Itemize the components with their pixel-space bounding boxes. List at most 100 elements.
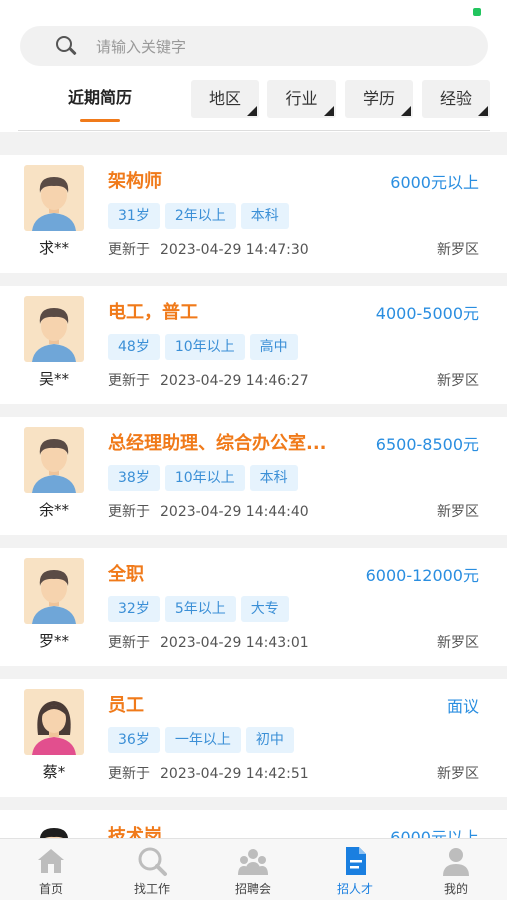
corner-triangle-icon xyxy=(247,106,257,116)
updated-label: 更新于 xyxy=(108,242,150,258)
filter-region[interactable]: 地区 xyxy=(191,80,259,118)
expected-salary: 6000元以上 xyxy=(390,173,479,192)
male-avatar xyxy=(24,427,84,493)
experience-tag: 10年以上 xyxy=(164,465,245,491)
age-tag: 31岁 xyxy=(108,203,160,229)
tag-group: 38岁 10年以上 本科 xyxy=(108,465,298,491)
age-tag: 38岁 xyxy=(108,465,160,491)
male-avatar xyxy=(24,296,84,362)
nav-job-fair[interactable]: 招聘会 xyxy=(213,845,293,897)
job-title: 全职 xyxy=(108,564,144,585)
expected-salary: 6500-8500元 xyxy=(375,435,479,454)
home-icon xyxy=(35,845,67,877)
experience-tag: 10年以上 xyxy=(164,334,245,360)
candidate-name: 蔡* xyxy=(42,763,66,781)
experience-tag: 5年以上 xyxy=(164,596,236,622)
nav-job-fair-label: 招聘会 xyxy=(234,882,271,896)
updated-time: 更新于 2023-04-29 14:47:30 xyxy=(108,239,309,259)
nav-home[interactable]: 首页 xyxy=(11,845,91,897)
candidate-name: 罗** xyxy=(38,632,69,650)
filter-industry[interactable]: 行业 xyxy=(267,80,336,118)
resume-card[interactable]: 余** 总经理助理、综合办公室... 6500-8500元 38岁 10年以上 … xyxy=(0,417,507,535)
candidate-name: 吴** xyxy=(38,370,69,388)
female-avatar xyxy=(24,689,84,755)
search-bar[interactable]: 请输入关键字 xyxy=(20,26,488,66)
resume-card[interactable]: 罗** 全职 6000-12000元 32岁 5年以上 大专 更新于 2023-0… xyxy=(0,548,507,666)
filter-industry-label: 行业 xyxy=(285,89,318,108)
expected-salary: 面议 xyxy=(446,697,479,716)
job-title: 架构师 xyxy=(108,171,162,192)
nav-recruit-label: 招人才 xyxy=(336,882,373,896)
search-job-icon xyxy=(136,845,168,877)
tag-group: 36岁 一年以上 初中 xyxy=(108,727,294,753)
age-tag: 36岁 xyxy=(108,727,160,753)
updated-time: 更新于 2023-04-29 14:43:01 xyxy=(108,632,309,652)
updated-label: 更新于 xyxy=(108,373,150,389)
top-bar: 请输入关键字 近期简历 地区 行业 学历 经验 xyxy=(0,0,507,132)
nav-home-label: 首页 xyxy=(38,882,63,896)
resume-card[interactable]: 吴** 电工，普工 4000-5000元 48岁 10年以上 高中 更新于 202… xyxy=(0,286,507,404)
expected-salary: 4000-5000元 xyxy=(375,304,479,323)
district: 新罗区 xyxy=(437,766,479,782)
nav-profile-label: 我的 xyxy=(443,882,468,896)
tab-recent-resumes[interactable]: 近期简历 xyxy=(58,78,142,122)
age-tag: 32岁 xyxy=(108,596,160,622)
candidate-name: 求** xyxy=(38,239,69,257)
updated-label: 更新于 xyxy=(108,766,150,782)
updated-time: 更新于 2023-04-29 14:46:27 xyxy=(108,370,309,390)
education-tag: 高中 xyxy=(249,334,298,360)
updated-time: 更新于 2023-04-29 14:44:40 xyxy=(108,501,309,521)
nav-find-job-label: 找工作 xyxy=(133,882,170,896)
filter-region-label: 地区 xyxy=(208,89,241,108)
updated-value: 2023-04-29 14:47:30 xyxy=(160,242,309,258)
district: 新罗区 xyxy=(437,373,479,389)
job-fair-icon xyxy=(237,845,269,877)
updated-label: 更新于 xyxy=(108,504,150,520)
district: 新罗区 xyxy=(437,242,479,258)
corner-triangle-icon xyxy=(401,106,411,116)
resume-card[interactable]: 蔡* 员工 面议 36岁 一年以上 初中 更新于 2023-04-29 14:42… xyxy=(0,679,507,797)
district: 新罗区 xyxy=(437,504,479,520)
updated-value: 2023-04-29 14:43:01 xyxy=(160,635,309,651)
filter-education[interactable]: 学历 xyxy=(345,80,413,118)
education-tag: 大专 xyxy=(240,596,289,622)
education-tag: 初中 xyxy=(245,727,294,753)
search-icon xyxy=(54,34,78,58)
divider xyxy=(18,130,490,131)
updated-value: 2023-04-29 14:42:51 xyxy=(160,766,309,782)
education-tag: 本科 xyxy=(249,465,298,491)
bottom-nav: 首页 找工作 招聘会 招人才 我的 xyxy=(0,838,507,900)
male-avatar xyxy=(24,165,84,231)
profile-icon xyxy=(440,845,472,877)
age-tag: 48岁 xyxy=(108,334,160,360)
education-tag: 本科 xyxy=(240,203,289,229)
experience-tag: 2年以上 xyxy=(164,203,236,229)
updated-value: 2023-04-29 14:46:27 xyxy=(160,373,309,389)
nav-recruit[interactable]: 招人才 xyxy=(315,845,395,897)
filter-experience[interactable]: 经验 xyxy=(422,80,490,118)
expected-salary: 6000-12000元 xyxy=(365,566,479,585)
tag-group: 32岁 5年以上 大专 xyxy=(108,596,289,622)
job-title: 员工 xyxy=(108,695,144,716)
updated-label: 更新于 xyxy=(108,635,150,651)
tag-group: 31岁 2年以上 本科 xyxy=(108,203,289,229)
corner-triangle-icon xyxy=(324,106,334,116)
nav-profile[interactable]: 我的 xyxy=(416,845,496,897)
experience-tag: 一年以上 xyxy=(164,727,241,753)
updated-time: 更新于 2023-04-29 14:42:51 xyxy=(108,763,309,783)
recruit-document-icon xyxy=(339,845,371,877)
search-input[interactable]: 请输入关键字 xyxy=(96,36,186,57)
resume-card[interactable]: 求** 架构师 6000元以上 31岁 2年以上 本科 更新于 2023-04-2… xyxy=(0,155,507,273)
male-avatar xyxy=(24,558,84,624)
tag-group: 48岁 10年以上 高中 xyxy=(108,334,298,360)
district: 新罗区 xyxy=(437,635,479,651)
job-title: 总经理助理、综合办公室... xyxy=(108,433,327,454)
nav-find-job[interactable]: 找工作 xyxy=(112,845,192,897)
candidate-name: 余** xyxy=(38,501,69,519)
filter-experience-label: 经验 xyxy=(439,89,472,108)
job-title: 电工，普工 xyxy=(108,302,198,323)
filter-bar: 近期简历 地区 行业 学历 经验 xyxy=(0,78,507,122)
filter-education-label: 学历 xyxy=(362,89,395,108)
battery-indicator xyxy=(473,8,481,16)
corner-triangle-icon xyxy=(478,106,488,116)
